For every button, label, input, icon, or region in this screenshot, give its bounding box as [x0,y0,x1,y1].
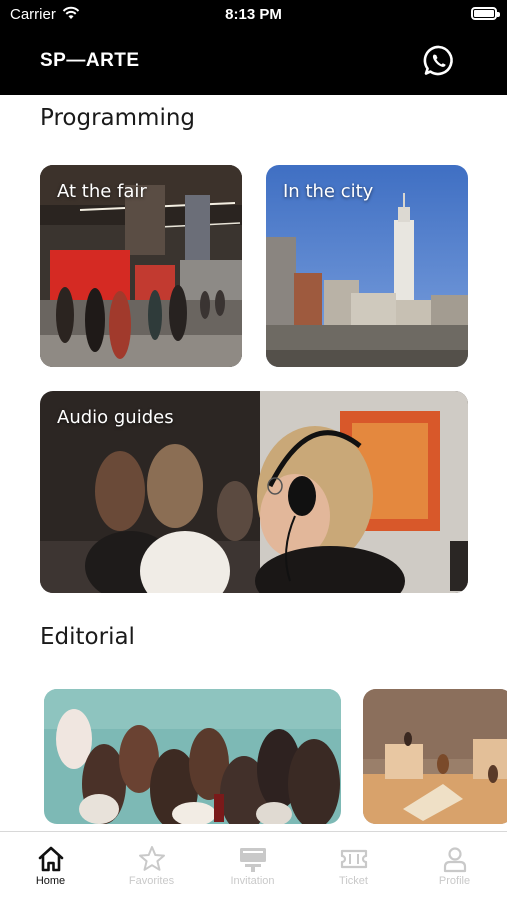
programming-title: Programming [40,105,196,131]
star-icon [138,846,165,871]
battery-icon [471,7,500,20]
editorial-title: Editorial [40,624,135,650]
tab-ticket[interactable]: Ticket [303,832,404,900]
tab-profile[interactable]: Profile [404,832,505,900]
editorial-photo-1 [44,689,341,824]
tab-favorites[interactable]: Favorites [101,832,202,900]
tab-label: Home [35,875,66,887]
tab-label: Favorites [128,875,175,887]
card-label: In the city [283,181,374,202]
whatsapp-icon[interactable] [422,44,456,78]
editorial-photo-2 [363,689,507,824]
invitation-icon [239,848,266,872]
editorial-card-1[interactable] [44,689,341,824]
status-bar: Carrier 8:13 PM [0,0,507,30]
card-audio-guides[interactable]: Audio guides [40,391,468,593]
card-at-the-fair[interactable]: At the fair [40,165,242,367]
editorial-card-2[interactable] [363,689,507,824]
card-in-the-city[interactable]: In the city [266,165,468,367]
card-label: Audio guides [57,407,174,428]
tab-bar: Home Favorites Invitation Ticket Profile [0,831,507,900]
tab-label: Profile [438,875,471,887]
ticket-icon [340,849,367,869]
tab-label: Ticket [339,875,368,887]
card-label: At the fair [57,181,147,202]
tab-invitation[interactable]: Invitation [202,832,303,900]
tab-label: Invitation [230,875,275,887]
clock: 8:13 PM [225,6,282,23]
home-icon [38,846,63,872]
profile-icon [443,847,466,873]
app-logo: SP—ARTE [40,50,140,71]
top-bar: Carrier 8:13 PM SP—ARTE [0,0,507,95]
tab-home[interactable]: Home [0,832,101,900]
